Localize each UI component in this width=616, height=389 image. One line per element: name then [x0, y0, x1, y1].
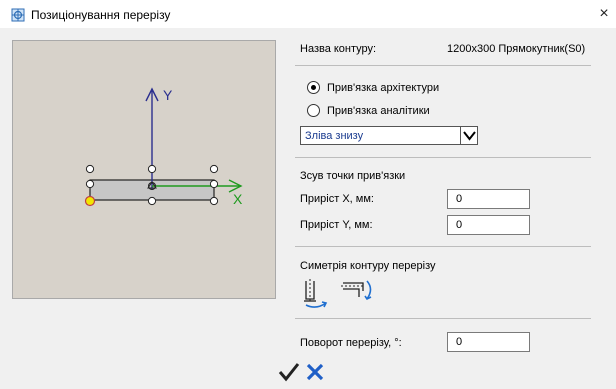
rotation-label: Поворот перерізу, °:: [300, 337, 402, 349]
window-title: Позиціонування перерізу: [31, 8, 171, 22]
rotation-input[interactable]: 0: [447, 332, 530, 352]
anchor-point: [84, 195, 96, 207]
handle-bottom-right: [209, 196, 219, 206]
handle-top-left: [85, 164, 95, 174]
dropdown-button[interactable]: [460, 127, 477, 144]
y-axis-label: Y: [163, 87, 173, 103]
section-preview: Y X: [12, 40, 276, 299]
architecture-binding-label: Прив'язка архітектури: [327, 82, 440, 94]
mirror-vertical-icon[interactable]: [300, 277, 332, 309]
x-axis-label: X: [233, 191, 243, 207]
preview-drawing: [84, 87, 243, 207]
dx-input[interactable]: 0: [447, 189, 530, 209]
radio-analytics-binding[interactable]: [307, 104, 320, 117]
binding-position-select[interactable]: Зліва знизу: [300, 126, 478, 145]
handle-top-right: [209, 164, 219, 174]
title-bar: Позиціонування перерізу ×: [0, 0, 616, 28]
handle-middle-right: [209, 179, 219, 189]
offset-section-title: Зсув точки прив'язки: [300, 170, 406, 182]
dy-input[interactable]: 0: [447, 215, 530, 235]
dx-label: Приріст X, мм:: [300, 193, 374, 205]
radio-architecture-binding[interactable]: [307, 81, 320, 94]
symmetry-section-title: Симетрія контуру перерізу: [300, 260, 436, 272]
section-icon: [11, 8, 25, 22]
contour-value: 1200x300 Прямокутник(S0): [447, 43, 586, 55]
analytics-binding-label: Прив'язка аналітики: [327, 105, 430, 117]
divider: [295, 65, 591, 66]
handle-bottom-center: [147, 196, 157, 206]
dy-label: Приріст Y, мм:: [300, 219, 373, 231]
divider: [295, 318, 591, 319]
binding-position-value: Зліва знизу: [305, 130, 364, 142]
close-button[interactable]: ×: [592, 3, 616, 25]
handle-top-center: [147, 164, 157, 174]
mirror-horizontal-icon[interactable]: [341, 277, 373, 309]
handle-middle-left: [85, 179, 95, 189]
checkmark-icon[interactable]: [278, 361, 300, 383]
cross-icon[interactable]: [304, 361, 326, 383]
chevron-down-icon: [463, 131, 476, 141]
divider: [295, 246, 591, 247]
contour-label: Назва контуру:: [300, 43, 377, 55]
divider: [295, 157, 591, 158]
